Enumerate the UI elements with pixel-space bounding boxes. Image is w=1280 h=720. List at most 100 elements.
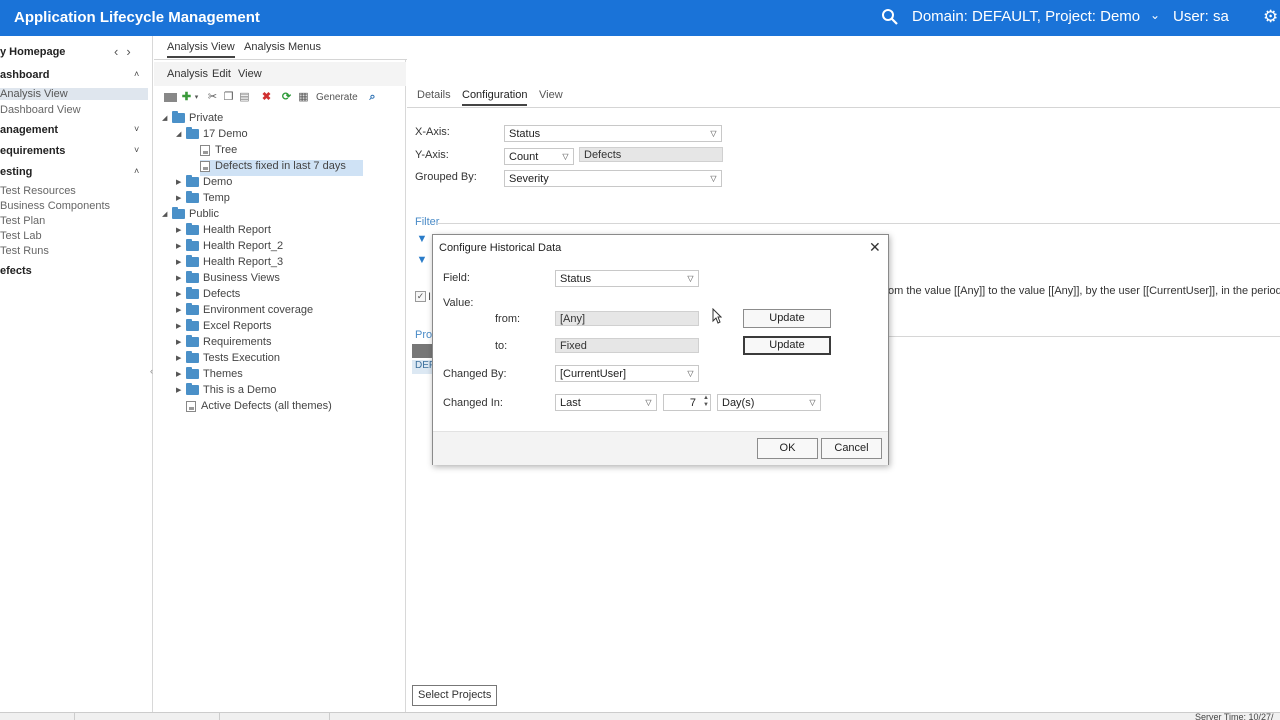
expand-triangle-icon[interactable]: ▶ bbox=[176, 290, 186, 298]
tree-node[interactable]: ▶ This is a Demo bbox=[176, 383, 276, 400]
tree-node[interactable]: ▶ Requirements bbox=[176, 335, 271, 352]
select-projects-button[interactable]: Select Projects bbox=[412, 685, 498, 706]
generate-button[interactable]: Generate bbox=[316, 92, 358, 103]
expand-triangle-icon[interactable]: ▶ bbox=[176, 226, 186, 234]
menu-analysis[interactable]: Analysis bbox=[167, 68, 208, 80]
expand-triangle-icon[interactable]: ▶ bbox=[176, 194, 186, 202]
sidebar-item-test-runs[interactable]: Test Runs bbox=[0, 245, 49, 257]
grouped-by-select[interactable]: Severity ▽ bbox=[504, 170, 722, 187]
changed-in-count-spinner[interactable]: 7 ▲ ▼ bbox=[663, 394, 711, 411]
expand-triangle-icon[interactable]: ▶ bbox=[176, 354, 186, 362]
paste-icon[interactable]: ▤ bbox=[238, 91, 251, 104]
filter-icon[interactable]: ▼ bbox=[416, 254, 428, 267]
tree-node[interactable]: ◢ Private bbox=[162, 111, 223, 128]
tree-node[interactable]: ▶ Health Report_2 bbox=[176, 239, 283, 256]
sidebar-item-dashboard-view[interactable]: Dashboard View bbox=[0, 104, 81, 116]
tree-node-selected[interactable]: Defects fixed in last 7 days bbox=[200, 160, 363, 176]
chevron-left-icon[interactable]: ‹ bbox=[114, 44, 118, 59]
chevron-down-icon[interactable]: ⌄ bbox=[1150, 8, 1160, 22]
tree-node[interactable]: Tree bbox=[200, 144, 237, 160]
sidebar-section-testing[interactable]: esting ˄ bbox=[0, 166, 150, 178]
update-to-button[interactable]: Update bbox=[743, 336, 831, 355]
y-axis-function-select[interactable]: Count ▽ bbox=[504, 148, 574, 165]
expand-icon[interactable]: ˅ bbox=[134, 145, 139, 155]
chevron-down-icon[interactable]: ▽ bbox=[643, 397, 654, 408]
expand-triangle-icon[interactable]: ▶ bbox=[176, 338, 186, 346]
tree-node[interactable]: ◢ 17 Demo bbox=[176, 127, 248, 144]
copy-icon[interactable]: ❐ bbox=[222, 91, 235, 104]
domain-project-selector[interactable]: Domain: DEFAULT, Project: Demo bbox=[912, 8, 1140, 25]
tree-node[interactable]: ▶ Defects bbox=[176, 287, 240, 304]
expand-triangle-icon[interactable]: ▶ bbox=[176, 370, 186, 378]
tree-node[interactable]: ▶ Demo bbox=[176, 175, 232, 192]
sidebar-section-management[interactable]: anagement ˅ bbox=[0, 124, 150, 136]
collapse-icon[interactable]: ˄ bbox=[134, 69, 139, 79]
search-icon[interactable] bbox=[880, 7, 900, 27]
update-from-button[interactable]: Update bbox=[743, 309, 831, 328]
chevron-down-icon[interactable]: ▽ bbox=[560, 151, 571, 162]
tab-details[interactable]: Details bbox=[417, 89, 451, 101]
cancel-button[interactable]: Cancel bbox=[821, 438, 882, 459]
expand-triangle-icon[interactable]: ▶ bbox=[176, 386, 186, 394]
chevron-down-icon[interactable]: ▽ bbox=[685, 273, 696, 284]
tree-node[interactable]: ◢ Public bbox=[162, 207, 219, 224]
collapse-triangle-icon[interactable]: ◢ bbox=[162, 210, 172, 218]
tree-node[interactable]: Active Defects (all themes) bbox=[186, 400, 332, 416]
chevron-down-icon[interactable]: ▽ bbox=[708, 173, 719, 184]
sidebar-section-requirements[interactable]: equirements ˅ bbox=[0, 145, 150, 157]
tree-node[interactable]: ▶ Excel Reports bbox=[176, 319, 271, 336]
changed-in-unit-select[interactable]: Day(s) ▽ bbox=[717, 394, 821, 411]
tree-node[interactable]: ▶ Themes bbox=[176, 367, 243, 384]
chevron-right-icon[interactable]: › bbox=[126, 44, 130, 59]
changed-by-select[interactable]: [CurrentUser] ▽ bbox=[555, 365, 699, 382]
tab-view[interactable]: View bbox=[539, 89, 563, 101]
chevron-down-icon[interactable]: ▾ bbox=[190, 91, 203, 104]
expand-triangle-icon[interactable]: ▶ bbox=[176, 274, 186, 282]
sidebar-item-test-plan[interactable]: Test Plan bbox=[0, 215, 45, 227]
menu-edit[interactable]: Edit bbox=[212, 68, 231, 80]
expand-icon[interactable]: ˅ bbox=[134, 124, 139, 134]
expand-triangle-icon[interactable]: ▶ bbox=[176, 322, 186, 330]
tab-configuration[interactable]: Configuration bbox=[462, 89, 528, 106]
menu-view[interactable]: View bbox=[238, 68, 262, 80]
user-menu[interactable]: User: sa bbox=[1173, 8, 1229, 25]
cut-icon[interactable]: ✂ bbox=[206, 91, 219, 104]
find-icon[interactable]: ⌕ bbox=[366, 91, 379, 104]
tree-node[interactable]: ▶ Temp bbox=[176, 191, 230, 208]
close-icon[interactable]: ✕ bbox=[869, 239, 881, 256]
sidebar-item-test-lab[interactable]: Test Lab bbox=[0, 230, 42, 242]
sidebar-item-analysis-view[interactable]: Analysis View bbox=[0, 88, 148, 100]
tree-node[interactable]: ▶ Health Report bbox=[176, 223, 271, 240]
delete-icon[interactable]: ✖ bbox=[260, 91, 273, 104]
tab-analysis-menus[interactable]: Analysis Menus bbox=[244, 41, 321, 53]
sidebar-section-defects[interactable]: efects bbox=[0, 265, 150, 277]
filter-icon[interactable]: ▼ bbox=[416, 233, 428, 246]
sidebar-item-business-components[interactable]: Business Components bbox=[0, 200, 110, 212]
spinner-arrows-icon[interactable]: ▲ ▼ bbox=[699, 395, 709, 409]
tree-node[interactable]: ▶ Tests Execution bbox=[176, 351, 280, 368]
chevron-down-icon[interactable]: ▽ bbox=[708, 128, 719, 139]
expand-triangle-icon[interactable]: ▶ bbox=[176, 242, 186, 250]
x-axis-select[interactable]: Status ▽ bbox=[504, 125, 722, 142]
new-folder-icon[interactable] bbox=[164, 93, 177, 102]
collapse-icon[interactable]: ˄ bbox=[134, 166, 139, 176]
expand-triangle-icon[interactable]: ▶ bbox=[176, 306, 186, 314]
changed-in-mode-select[interactable]: Last ▽ bbox=[555, 394, 657, 411]
tree-node[interactable]: ▶ Environment coverage bbox=[176, 303, 313, 320]
collapse-triangle-icon[interactable]: ◢ bbox=[176, 130, 186, 138]
chevron-down-icon[interactable]: ▽ bbox=[685, 368, 696, 379]
chevron-down-icon[interactable]: ▽ bbox=[807, 397, 818, 408]
tree-node[interactable]: ▶ Business Views bbox=[176, 271, 280, 288]
tab-analysis-view[interactable]: Analysis View bbox=[167, 41, 235, 58]
grid-cell[interactable]: DEF bbox=[412, 360, 432, 374]
sidebar-item-homepage[interactable]: y Homepage bbox=[0, 46, 65, 58]
sidebar-item-test-resources[interactable]: Test Resources bbox=[0, 185, 76, 197]
generate-icon[interactable]: ▦ bbox=[297, 91, 310, 104]
expand-triangle-icon[interactable]: ▶ bbox=[176, 258, 186, 266]
refresh-icon[interactable]: ⟳ bbox=[280, 91, 293, 104]
ok-button[interactable]: OK bbox=[757, 438, 818, 459]
field-select[interactable]: Status ▽ bbox=[555, 270, 699, 287]
historical-checkbox[interactable]: ✓ bbox=[415, 291, 426, 302]
tree-node[interactable]: ▶ Health Report_3 bbox=[176, 255, 283, 272]
gear-icon[interactable]: ⚙ bbox=[1263, 7, 1278, 27]
